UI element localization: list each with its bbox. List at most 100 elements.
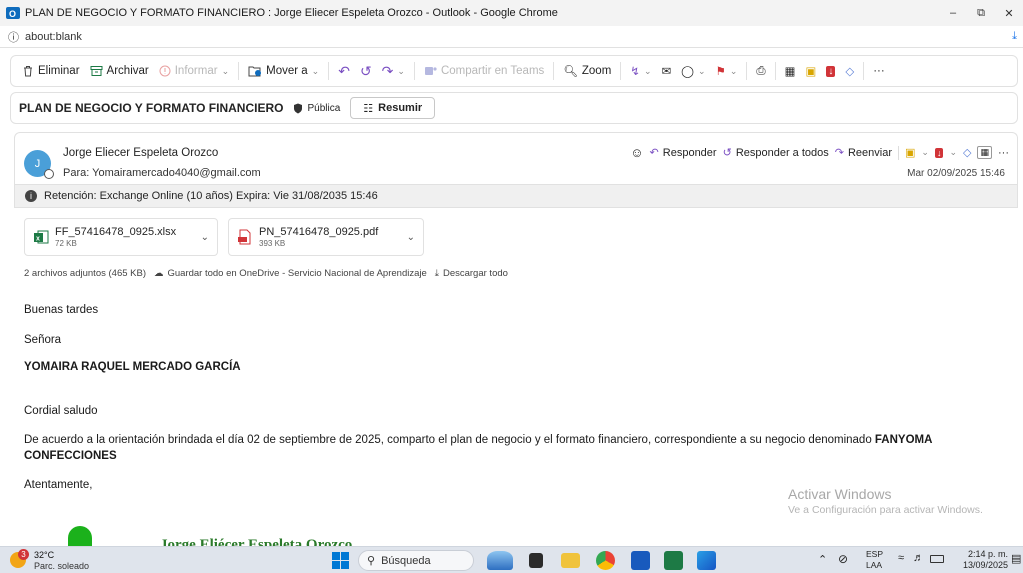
print-button[interactable]: ⎙	[751, 59, 770, 83]
reply-button[interactable]: ↶ Responder	[650, 146, 717, 160]
temperature: 32°C	[34, 550, 55, 560]
move-label: Mover a	[266, 65, 308, 77]
toolbar-divider	[328, 62, 330, 80]
clock-time[interactable]: 2:14 p. m.	[958, 549, 1008, 559]
recipient-line[interactable]: Para: Yomairamercado4040@gmail.com	[63, 167, 261, 179]
reply-all-label: Responder a todos	[735, 146, 829, 159]
forward-button[interactable]: ↷ Reenviar	[834, 146, 892, 160]
clock-date[interactable]: 13/09/2025	[958, 560, 1008, 570]
reply-all-icon: ↺	[722, 147, 732, 159]
cloud-icon: ☁	[153, 268, 164, 279]
apps-icon[interactable]: ▦	[977, 146, 992, 159]
attachment-size: 393 KB	[259, 239, 286, 248]
restore-button[interactable]: ⧉	[967, 0, 995, 26]
signature-name: Jorge Eliécer Espeleta Orozco	[160, 537, 353, 546]
chevron-down-icon: ⌄	[698, 65, 706, 76]
zoom-button[interactable]: 🔍︎ Zoom	[558, 59, 616, 83]
search-placeholder: Búsqueda	[381, 554, 431, 567]
chrome-icon[interactable]	[596, 551, 615, 570]
report-button[interactable]: Informar ⌄	[154, 59, 234, 83]
delete-label: Eliminar	[38, 65, 80, 77]
battery-icon[interactable]	[930, 555, 944, 563]
diamond-icon[interactable]: ◇	[963, 146, 971, 159]
emoji-icon[interactable]: ☺	[630, 145, 643, 160]
trash-icon	[24, 66, 32, 77]
attachment-name: FF_57416478_0925.xlsx	[55, 226, 177, 238]
addin-button[interactable]: ▣	[800, 59, 821, 83]
chevron-down-icon: ⌄	[221, 65, 230, 76]
chevron-down-icon: ⌄	[949, 147, 958, 157]
wifi-icon[interactable]: ≈	[898, 552, 904, 564]
close-button[interactable]: ✕	[995, 0, 1023, 26]
sender-name[interactable]: Jorge Eliecer Espeleta Orozco	[63, 147, 218, 159]
categorize-button[interactable]: ◯ ⌄	[676, 59, 710, 83]
body-salutation: Cordial saludo	[24, 405, 98, 417]
language-line2[interactable]: LAA	[866, 560, 882, 570]
volume-icon[interactable]: ♬	[913, 552, 924, 564]
copilot-button[interactable]: ◇	[840, 59, 859, 83]
retention-text: Retención: Exchange Online (10 años) Exp…	[44, 190, 378, 202]
minimize-button[interactable]: –	[939, 0, 967, 26]
flag-button[interactable]: ⚑ ⌄	[711, 59, 743, 83]
avatar[interactable]: J	[24, 150, 54, 179]
mark-read-button[interactable]: ✉	[656, 59, 676, 83]
share-teams-button[interactable]: Compartir en Teams	[419, 59, 549, 83]
download-all-button[interactable]: ⤓ Descargar todo	[435, 268, 508, 279]
pdf-addin-button[interactable]: ↓	[821, 59, 840, 83]
toolbar-divider	[413, 62, 415, 80]
notifications-icon[interactable]: ▤	[1011, 552, 1021, 565]
reply-button[interactable]: ↶	[333, 59, 355, 83]
more-options-button[interactable]: ···	[868, 59, 890, 83]
apps-button[interactable]: ▦	[780, 59, 801, 83]
language-line1[interactable]: ESP	[866, 549, 883, 559]
photos-icon[interactable]	[697, 551, 716, 570]
address-text[interactable]: about:blank	[25, 31, 82, 43]
share-teams-label: Compartir en Teams	[440, 65, 545, 77]
attachment-excel[interactable]: x FF_57416478_0925.xlsx 72 KB ⌄	[24, 218, 218, 256]
reply-all-button[interactable]: ↺ Responder a todos	[722, 146, 829, 160]
download-icon[interactable]: ⤓	[1012, 30, 1017, 43]
print-icon: ⎙	[756, 64, 766, 77]
attachments-summary-bar: 2 archivos adjuntos (465 KB) ☁ Guardar to…	[24, 268, 508, 279]
report-label: Informar	[174, 65, 218, 77]
rules-button[interactable]: ↯ ⌄	[625, 59, 656, 83]
info-icon[interactable]: ⓘ	[8, 29, 19, 45]
svg-text:x: x	[36, 236, 40, 243]
reply-all-button[interactable]: ↺	[355, 59, 377, 83]
address-bar[interactable]: ⓘ about:blank ⤓	[0, 26, 1023, 48]
message-actions: ☺ ↶ Responder ↺ Responder a todos ↷ Reenvia…	[630, 145, 1009, 160]
zoom-label: Zoom	[581, 65, 612, 77]
security-icon[interactable]: ⊘	[838, 552, 848, 566]
addin-icon[interactable]: ▣	[905, 146, 915, 159]
terminal-app-icon[interactable]	[529, 553, 543, 568]
chevron-down-icon[interactable]: ⌄	[407, 232, 415, 243]
presence-icon	[44, 169, 54, 179]
sensitivity-label[interactable]: Pública	[293, 103, 340, 114]
archive-button[interactable]: Archivar	[85, 59, 154, 83]
file-explorer-icon[interactable]	[561, 553, 580, 568]
forward-button[interactable]: ↷ ⌄	[377, 59, 410, 83]
reply-label: Responder	[662, 146, 717, 159]
excel-icon[interactable]	[664, 551, 683, 570]
zoom-icon: 🔍︎	[563, 66, 578, 78]
more-icon[interactable]: ···	[998, 147, 1009, 159]
word-icon[interactable]	[631, 551, 650, 570]
search-icon: ⚲	[367, 555, 376, 567]
landscape-app-icon[interactable]	[487, 551, 513, 570]
save-onedrive-button[interactable]: ☁ Guardar todo en OneDrive - Servicio Nac…	[154, 268, 427, 279]
chevron-down-icon[interactable]: ⌄	[201, 232, 209, 243]
chevron-down-icon: ⌄	[397, 65, 405, 76]
weather-widget[interactable]: 3 32°C Parc. soleado	[8, 549, 118, 572]
search-box[interactable]: ⚲ Búsqueda	[358, 550, 474, 571]
attachment-pdf[interactable]: PN_57416478_0925.pdf 393 KB ⌄	[228, 218, 424, 256]
chevron-up-icon[interactable]: ⌃	[818, 553, 827, 566]
move-button[interactable]: Mover a ⌄	[243, 59, 324, 83]
archive-icon	[90, 66, 103, 76]
pdf-icon[interactable]: ↓	[934, 147, 944, 158]
forward-icon: ↷	[834, 147, 844, 159]
message-date: Mar 02/09/2025 15:46	[907, 168, 1005, 179]
delete-button[interactable]: Eliminar	[17, 59, 85, 83]
summarize-button[interactable]: ☷ Resumir	[350, 97, 436, 119]
start-button[interactable]	[332, 552, 349, 569]
forward-icon: ↷	[381, 62, 394, 79]
